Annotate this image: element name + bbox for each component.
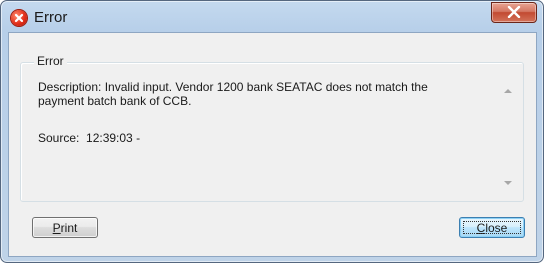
title-bar[interactable]: Error [1,1,543,33]
error-icon [11,10,27,26]
close-icon [507,6,521,18]
close-button[interactable]: Close [459,217,525,238]
print-label-rest: rint [60,221,78,235]
source-line: Source: 12:39:03 - [38,131,141,145]
description-line-1: Description: Invalid input. Vendor 1200 … [38,80,428,94]
window-close-button[interactable] [491,2,537,23]
groupbox-label: Error [34,54,67,68]
print-mnemonic: P [52,221,61,235]
print-button[interactable]: Print [32,217,98,238]
scroll-down-arrow-icon[interactable] [504,181,512,185]
window-title: Error [34,9,68,26]
focus-rectangle [463,221,521,234]
description-line-2: payment batch bank of CCB. [38,94,192,108]
vertical-scrollbar[interactable] [500,80,517,194]
scroll-up-arrow-icon[interactable] [504,89,512,93]
